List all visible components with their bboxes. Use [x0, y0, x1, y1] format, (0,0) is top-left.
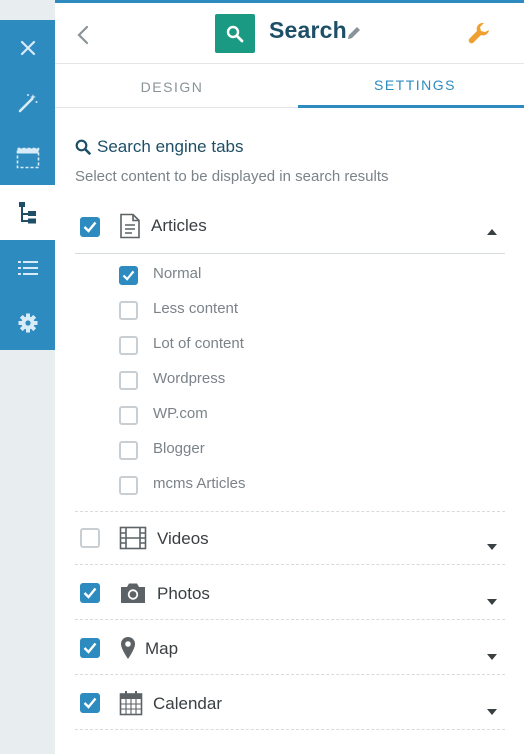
group-label-map: Map [145, 639, 179, 658]
tools-button[interactable] [467, 21, 491, 50]
layout-icon [16, 147, 39, 168]
checkbox-wp-com[interactable] [119, 406, 138, 425]
group-calendar: Calendar [75, 675, 505, 730]
close-button[interactable] [0, 20, 55, 75]
list-item[interactable]: Wordpress [119, 366, 499, 396]
list-icon [17, 260, 38, 275]
caret-down-icon [487, 599, 497, 605]
sub-item-label: Normal [153, 265, 202, 282]
gear-icon [18, 313, 37, 332]
search-icon [226, 25, 244, 42]
caret-down-icon [487, 709, 497, 715]
widget-title: Search [269, 17, 347, 43]
pencil-icon [348, 27, 360, 39]
list-item[interactable]: Normal [119, 261, 499, 291]
panel-header: Search [55, 3, 524, 64]
sitemap-icon [18, 201, 36, 223]
group-checkbox-videos[interactable] [80, 528, 100, 548]
group-photos: Photos [75, 565, 505, 620]
list-item[interactable]: Blogger [119, 436, 499, 466]
settings-button[interactable] [0, 295, 55, 350]
checkmark-icon [83, 587, 97, 599]
group-label-calendar: Calendar [153, 694, 222, 713]
checkbox-blogger[interactable] [119, 441, 138, 460]
design-wizard-button[interactable] [0, 75, 55, 130]
checkbox-less-content[interactable] [119, 301, 138, 320]
group-checkbox-calendar[interactable] [80, 693, 100, 713]
left-toolbar [0, 20, 55, 350]
camera-icon [121, 583, 145, 603]
tab-settings[interactable]: SETTINGS [298, 65, 524, 108]
checkmark-icon [83, 221, 97, 233]
checkmark-icon [122, 270, 135, 281]
list-item[interactable]: Less content [119, 296, 499, 326]
tab-bar: DESIGN SETTINGS [55, 65, 524, 108]
widget-type-tile [215, 14, 255, 53]
group-checkbox-articles[interactable] [80, 217, 100, 237]
search-icon [75, 139, 91, 155]
checkmark-icon [83, 697, 97, 709]
section-heading: Search engine tabs [75, 137, 244, 157]
rename-button[interactable] [345, 24, 363, 47]
map-pin-icon [121, 637, 135, 659]
expand-toggle-calendar[interactable] [487, 702, 497, 720]
magic-wand-icon [18, 93, 37, 112]
chevron-left-icon [77, 25, 89, 45]
layout-button[interactable] [0, 130, 55, 185]
group-checkbox-map[interactable] [80, 638, 100, 658]
group-label-photos: Photos [157, 584, 210, 603]
calendar-icon [119, 691, 143, 716]
list-item[interactable]: mcms Articles [119, 471, 499, 501]
sub-item-label: Blogger [153, 440, 205, 457]
caret-up-icon [487, 229, 497, 235]
group-icon-photos [119, 582, 147, 604]
section-subtitle: Select content to be displayed in search… [75, 168, 389, 185]
settings-panel: Search DESIGN SETTINGS Search engine tab… [55, 3, 524, 754]
document-icon [120, 213, 140, 239]
structure-button[interactable] [0, 185, 55, 240]
caret-down-icon [487, 544, 497, 550]
list-button[interactable] [0, 240, 55, 295]
expand-toggle-map[interactable] [487, 647, 497, 665]
tab-design[interactable]: DESIGN [55, 65, 289, 108]
sub-item-label: mcms Articles [153, 475, 246, 492]
back-button[interactable] [71, 21, 95, 49]
list-item[interactable]: Lot of content [119, 331, 499, 361]
checkbox-mcms-articles[interactable] [119, 476, 138, 495]
sub-item-label: Lot of content [153, 335, 244, 352]
list-item[interactable]: WP.com [119, 401, 499, 431]
collapse-toggle-articles[interactable] [487, 222, 497, 240]
group-icon-articles [119, 213, 141, 239]
group-icon-map [120, 636, 136, 660]
group-videos: Videos [75, 510, 505, 565]
checkbox-lot-of-content[interactable] [119, 336, 138, 355]
expand-toggle-photos[interactable] [487, 592, 497, 610]
close-icon [20, 40, 35, 55]
checkbox-normal[interactable] [119, 266, 138, 285]
sub-item-label: Less content [153, 300, 239, 317]
group-label-articles: Articles [151, 216, 207, 235]
checkbox-wordpress[interactable] [119, 371, 138, 390]
group-map: Map [75, 620, 505, 675]
group-articles: Articles [75, 199, 505, 254]
group-label-videos: Videos [157, 529, 209, 548]
checkmark-icon [83, 642, 97, 654]
sub-item-label: WP.com [153, 405, 208, 422]
wrench-icon [468, 23, 489, 44]
film-icon [119, 526, 147, 550]
caret-down-icon [487, 654, 497, 660]
group-icon-videos [119, 526, 147, 550]
sub-item-label: Wordpress [153, 370, 226, 387]
group-checkbox-photos[interactable] [80, 583, 100, 603]
expand-toggle-videos[interactable] [487, 537, 497, 555]
section-title: Search engine tabs [97, 137, 244, 156]
group-icon-calendar [119, 690, 143, 716]
